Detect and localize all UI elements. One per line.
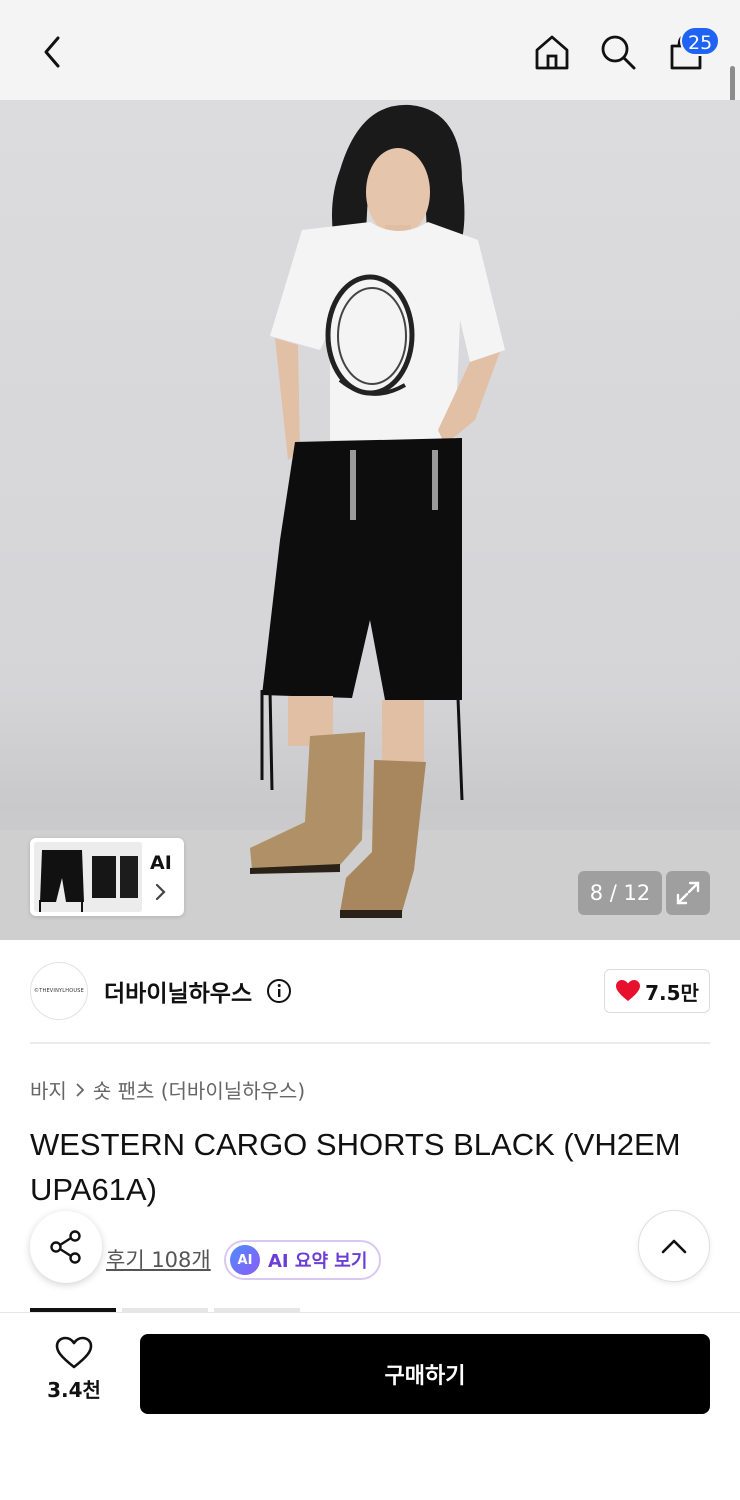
ai-summary-button[interactable]: AI AI 요약 보기: [224, 1240, 382, 1280]
breadcrumb-subcategory[interactable]: 숏 팬츠 (더바이닐하우스): [93, 1075, 305, 1104]
ai-style-label: AI: [150, 852, 172, 874]
info-icon[interactable]: [266, 978, 292, 1004]
ai-badge-icon: AI: [230, 1245, 260, 1275]
brand-like-count: 7.5만: [645, 980, 699, 1005]
reviews-link[interactable]: 후기 108개: [106, 1244, 211, 1274]
back-icon: [44, 36, 60, 68]
ai-summary-label: AI 요약 보기: [268, 1251, 368, 1272]
brand-like-button[interactable]: 7.5만: [604, 969, 710, 1013]
cart-count-badge: 25: [680, 26, 721, 56]
breadcrumb: 바지 숏 팬츠 (더바이닐하우스): [30, 1075, 305, 1104]
brand-name[interactable]: 더바이닐하우스: [104, 974, 252, 1008]
brand-logo[interactable]: ©THEVINYLHOUSE: [30, 962, 88, 1020]
share-button[interactable]: [30, 1211, 102, 1283]
ai-style-thumbnail: [34, 842, 142, 912]
expand-image-button[interactable]: [666, 871, 710, 915]
expand-icon: [676, 881, 700, 905]
scroll-top-button[interactable]: [638, 1210, 710, 1282]
heart-icon: [616, 980, 641, 1001]
chevron-right-icon: [76, 1082, 85, 1097]
wishlist-button[interactable]: 3.4천: [34, 1336, 114, 1408]
image-counter: 8 / 12: [578, 871, 662, 915]
ai-style-card[interactable]: AI: [30, 838, 184, 916]
home-icon: [535, 35, 569, 70]
divider: [30, 1042, 710, 1044]
back-button[interactable]: [30, 28, 74, 76]
product-photo: [0, 104, 740, 940]
heart-outline-icon: [55, 1336, 93, 1369]
wishlist-count: 3.4천: [47, 1378, 101, 1402]
brand-logo-text: ©THEVINYLHOUSE: [34, 988, 84, 994]
buy-button[interactable]: 구매하기: [140, 1334, 710, 1414]
share-icon: [50, 1230, 81, 1264]
product-title: WESTERN CARGO SHORTS BLACK (VH2EM UPA61A…: [30, 1127, 681, 1207]
breadcrumb-category[interactable]: 바지: [30, 1075, 67, 1104]
product-image[interactable]: [0, 100, 740, 940]
search-button[interactable]: [594, 28, 642, 76]
chevron-up-icon: [661, 1239, 687, 1254]
home-button[interactable]: [528, 28, 576, 76]
search-icon: [601, 35, 636, 70]
chevron-right-icon: [155, 883, 166, 901]
